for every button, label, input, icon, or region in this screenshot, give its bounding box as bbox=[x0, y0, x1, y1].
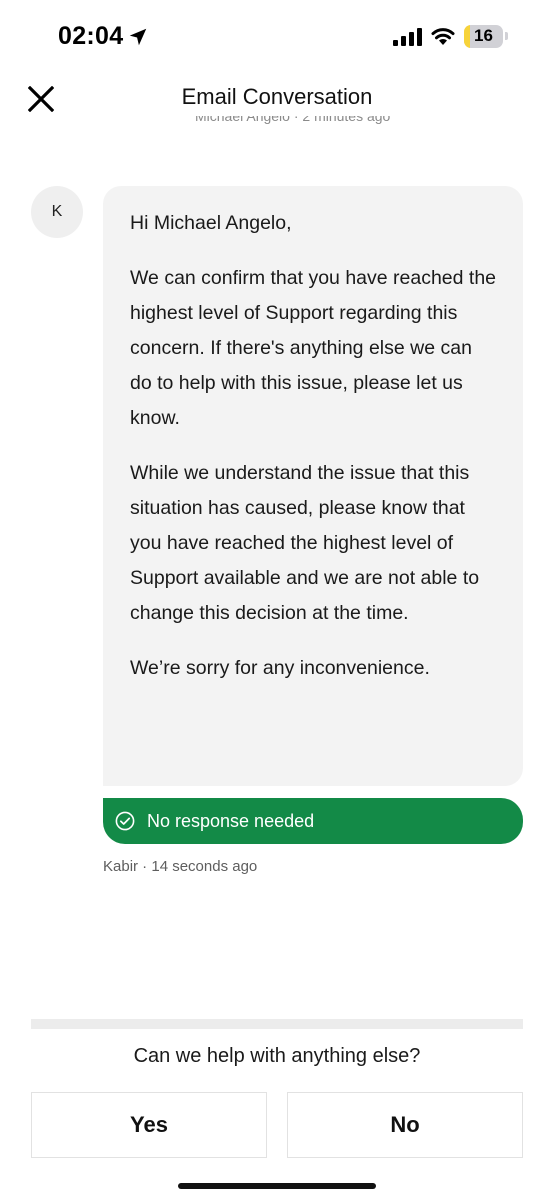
avatar: K bbox=[31, 186, 83, 238]
message-closing: We’re sorry for any inconvenience. bbox=[130, 657, 430, 679]
message-paragraph: We can confirm that you have reached the… bbox=[130, 267, 497, 429]
status-badge: No response needed bbox=[103, 798, 523, 844]
home-indicator[interactable] bbox=[178, 1183, 376, 1189]
battery-indicator: 16 bbox=[464, 25, 503, 48]
cellular-signal-icon bbox=[393, 28, 422, 46]
check-circle-icon bbox=[115, 811, 135, 831]
screen: 02:04 16 Email Conversation Michael Ange… bbox=[0, 0, 554, 1200]
battery-nub bbox=[505, 32, 508, 40]
wifi-icon bbox=[431, 28, 455, 45]
message-paragraph: While we understand the issue that this … bbox=[130, 462, 480, 624]
message-meta: Kabir · 14 seconds ago bbox=[103, 858, 258, 875]
message-bubble: Hi Michael Angelo, We can confirm that y… bbox=[103, 186, 523, 786]
previous-message-meta-text: Michael Angelo · 2 minutes ago bbox=[195, 116, 391, 124]
location-arrow-icon bbox=[129, 28, 147, 46]
page-title: Email Conversation bbox=[181, 84, 373, 109]
previous-message-meta: Michael Angelo · 2 minutes ago bbox=[195, 116, 390, 130]
yes-button[interactable]: Yes bbox=[31, 1092, 267, 1158]
message-greeting: Hi Michael Angelo, bbox=[130, 212, 292, 234]
status-badge-label: No response needed bbox=[147, 810, 315, 831]
divider bbox=[31, 1019, 523, 1029]
status-time: 02:04 bbox=[58, 22, 124, 50]
help-question: Can we help with anything else? bbox=[133, 1045, 421, 1067]
no-button[interactable]: No bbox=[287, 1092, 523, 1158]
battery-level: 16 bbox=[474, 26, 493, 45]
